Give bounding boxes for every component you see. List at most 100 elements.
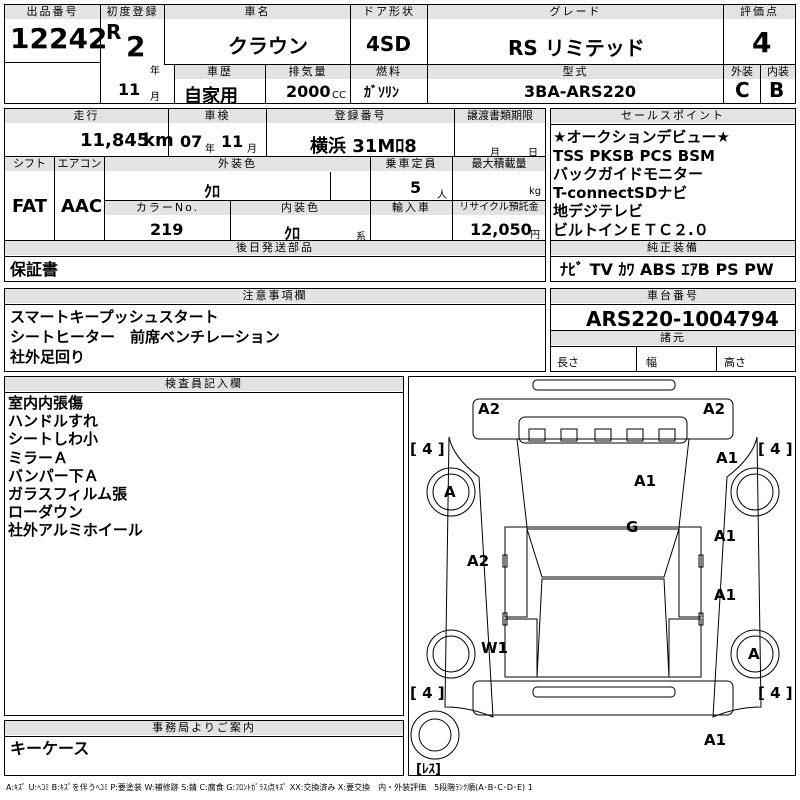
- spec-width: 幅: [646, 356, 657, 369]
- spec-height: 高さ: [724, 356, 746, 369]
- capacity-unit: 人: [437, 190, 447, 201]
- chassis-label: 車台番号: [551, 289, 795, 303]
- chassis-number: ARS220-1004794: [586, 307, 779, 331]
- sales-point-item: ビルトインＥＴＣ２.０: [553, 220, 709, 239]
- inspection-month-unit: 月: [247, 144, 257, 155]
- int-color-label: 内装色: [231, 201, 370, 215]
- mileage-label: 走行: [5, 109, 168, 123]
- sales-point-item: TSS PKSB PCS BSM: [553, 146, 715, 165]
- first-reg-year: 2: [126, 30, 146, 63]
- car-name: クラウン: [228, 34, 308, 58]
- mark-front-door-left: A2: [467, 552, 490, 570]
- first-reg-label: 初度登録: [101, 5, 164, 19]
- equipment: ﾅﾋﾞ TV ｶﾜ ABS ｴｱB PS PW: [560, 260, 774, 279]
- int-label: 内装: [761, 65, 795, 79]
- door-type-label: ドア形状: [351, 5, 427, 19]
- inspection-month: 11: [221, 132, 244, 151]
- reg-no: 横浜 31Mﾛ8: [310, 136, 417, 157]
- lot-label: 出品番号: [5, 5, 100, 19]
- tire-rear-left: [ 4 ]: [410, 684, 445, 702]
- max-load-label: 最大積載量: [453, 157, 545, 171]
- ac: AAC: [61, 196, 103, 217]
- first-reg-year-unit: 年: [150, 66, 160, 77]
- later-parts: 保証書: [10, 260, 59, 279]
- tire-front-left: [ 4 ]: [410, 440, 445, 458]
- inspector-line: ローダウン: [8, 503, 84, 522]
- inspection-label: 車検: [169, 109, 266, 123]
- color-no-label: カラーNo.: [105, 201, 230, 215]
- displacement-label: 排気量: [266, 65, 350, 79]
- score-label: 評価点: [724, 5, 795, 19]
- note-line: 社外足回り: [10, 348, 86, 366]
- ac-label: エアコン: [55, 157, 104, 171]
- sales-point-item: T-connectSDナビ: [553, 183, 688, 202]
- office-label: 事務局よりご案内: [5, 721, 403, 735]
- tire-rear-right: [ 4 ]: [758, 684, 793, 702]
- inspection-year-unit: 年: [205, 144, 215, 155]
- inspection-year: 07: [180, 132, 203, 151]
- capacity: 5: [410, 178, 422, 197]
- mark-front-left: A2: [478, 400, 501, 418]
- mileage: 11,845: [80, 130, 150, 151]
- first-reg-month: 11: [118, 80, 141, 99]
- mark-rear-fender-right: A: [748, 645, 760, 663]
- inspector-line: ミラーＡ: [8, 448, 69, 467]
- office-note: キーケース: [10, 739, 90, 758]
- displacement-unit: CC: [332, 90, 346, 101]
- first-reg-era: R: [106, 20, 122, 44]
- ext-color-label: 外装色: [105, 157, 370, 171]
- equipment-label: 純正装備: [551, 241, 795, 255]
- model: 3BA-ARS220: [524, 82, 636, 101]
- ext-color: ｸﾛ: [204, 182, 221, 201]
- spare-tire-value: ﾚｽ: [421, 762, 435, 777]
- displacement: 2000: [286, 82, 331, 101]
- mark-front-right: A2: [703, 400, 726, 418]
- spare-tire: [ﾚｽ]: [416, 762, 441, 777]
- recycle-label: リサイクル預託金: [453, 201, 545, 215]
- inspector-line: バンパー下Ａ: [8, 466, 99, 485]
- specs-label: 諸元: [551, 331, 795, 345]
- sales-point-item: バックガイドモニター: [553, 165, 704, 183]
- mileage-unit: km: [143, 130, 174, 151]
- tire-front-left-value: 4: [422, 440, 433, 458]
- first-reg-month-unit: 月: [150, 92, 160, 103]
- shift: FAT: [12, 196, 48, 217]
- mark-windshield: G: [626, 518, 639, 536]
- later-parts-label: 後日発送部品: [5, 241, 545, 255]
- reg-no-label: 登録番号: [267, 109, 454, 123]
- ext-label: 外装: [724, 65, 760, 79]
- sales-point-item: 地デジテレビ: [553, 202, 644, 220]
- mark-rear-wheel-left: W1: [481, 639, 508, 657]
- recycle: 12,050: [470, 220, 532, 239]
- inspector-line: ハンドルすれ: [8, 412, 99, 431]
- color-no: 219: [150, 220, 184, 239]
- tire-rear-left-value: 4: [422, 684, 433, 702]
- int-score: B: [769, 78, 785, 102]
- fuel: ｶﾞｿﾘﾝ: [364, 85, 399, 101]
- ext-score: C: [735, 78, 750, 102]
- door-type: 4SD: [366, 32, 411, 56]
- lot-number: 12242: [10, 22, 108, 55]
- history: 自家用: [184, 86, 238, 107]
- import-label: 輸入車: [371, 201, 452, 215]
- score: 4: [752, 26, 772, 59]
- capacity-label: 乗車定員: [371, 157, 452, 171]
- sales-points-label: セールスポイント: [551, 109, 795, 123]
- inspector-label: 検査員記入欄: [5, 377, 403, 391]
- mark-hood: A1: [634, 472, 657, 490]
- model-label: 型式: [428, 65, 723, 79]
- sales-point-item: ★オークションデビュー★: [553, 128, 730, 146]
- mark-front-door-right: A1: [714, 527, 737, 545]
- shift-label: シフト: [5, 157, 54, 171]
- inspector-line: 室内内張傷: [8, 394, 84, 412]
- recycle-unit: 円: [530, 230, 540, 241]
- grade: RS リミテッド: [508, 36, 645, 60]
- tire-rear-right-value: 4: [770, 684, 781, 702]
- legend: A:ｷｽﾞ U:ﾍｺﾐ B:ｷｽﾞを伴うﾍｺﾐ P:要塗装 W:補修跡 S:錆 …: [6, 783, 533, 792]
- transfer-label: 譲渡書類期限: [455, 109, 545, 123]
- inspector-line: ガラスフィルム張: [8, 485, 128, 503]
- mark-fender-right: A1: [716, 449, 739, 467]
- mark-rear-door-right: A1: [714, 586, 737, 604]
- fuel-label: 燃料: [351, 65, 427, 79]
- history-label: 車歴: [175, 65, 265, 79]
